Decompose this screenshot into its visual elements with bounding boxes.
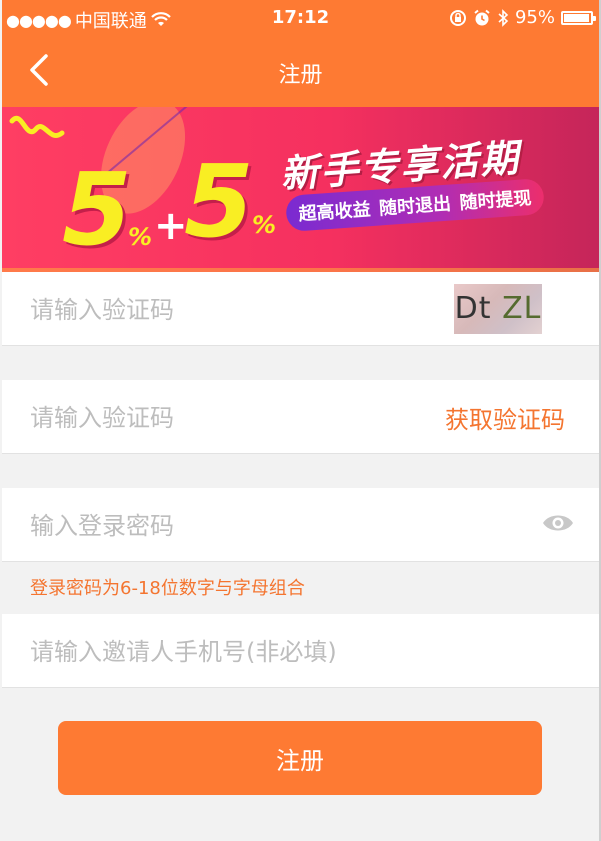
promo-percent-left: % <box>128 223 153 251</box>
promo-rate-left: 5 <box>62 151 132 268</box>
header: ●●●●● 中国联通 17:12 95% 注册 <box>2 0 599 107</box>
inviter-row <box>2 614 599 689</box>
register-button[interactable]: 注册 <box>58 721 542 795</box>
promo-tag: 随时提现 <box>458 187 533 214</box>
alarm-clock-icon <box>474 9 490 25</box>
navigation-bar: 注册 <box>2 36 599 107</box>
promo-plus: + <box>154 203 188 249</box>
password-hint: 登录密码为6-18位数字与字母组合 <box>30 578 305 599</box>
sms-code-input[interactable] <box>28 380 412 455</box>
bluetooth-icon <box>498 8 509 27</box>
password-row <box>2 488 599 563</box>
promo-tag: 随时退出 <box>378 193 452 220</box>
page-title: 注册 <box>278 63 323 88</box>
battery-percent: 95% <box>514 7 555 28</box>
get-code-button[interactable]: 获取验证码 <box>445 400 565 435</box>
promo-tag: 超高收益 <box>297 199 372 226</box>
sms-code-row: 获取验证码 <box>2 380 599 455</box>
captcha-text: Dt <box>454 291 492 326</box>
inviter-phone-input[interactable] <box>28 614 412 689</box>
eye-icon[interactable] <box>542 512 574 534</box>
captcha-text: ZL <box>502 291 542 326</box>
status-bar: ●●●●● 中国联通 17:12 95% <box>2 0 599 36</box>
orientation-lock-icon <box>449 9 466 26</box>
password-input[interactable] <box>28 488 412 563</box>
captcha-image[interactable]: Dt ZL <box>454 284 542 334</box>
image-code-row: Dt ZL <box>2 272 599 347</box>
promo-rate-right: 5 <box>184 143 254 260</box>
promo-banner[interactable]: 5 % + 5 % 新手专享活期 超高收益 随时退出 随时提现 <box>2 107 599 272</box>
squiggle-decoration-icon <box>9 115 65 138</box>
image-code-input[interactable] <box>28 272 412 347</box>
promo-percent-right: % <box>252 211 277 239</box>
battery-icon <box>561 10 596 25</box>
